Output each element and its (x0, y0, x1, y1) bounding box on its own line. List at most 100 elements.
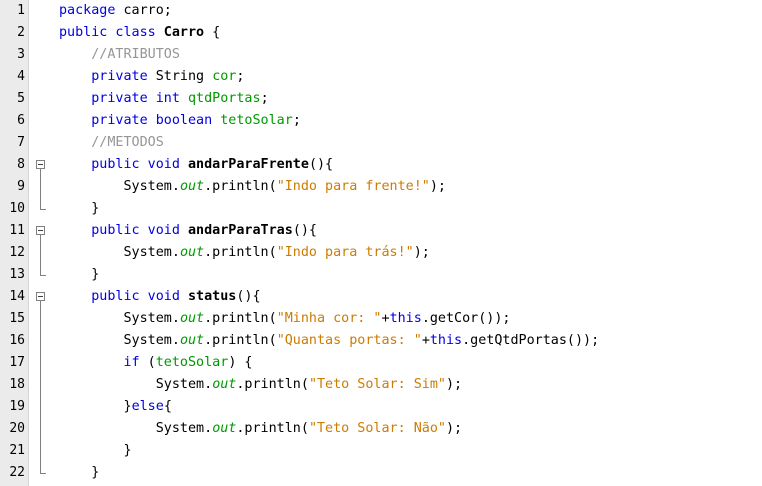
line-number: 9 (17, 179, 25, 194)
code-token: andarParaFrente (188, 157, 309, 172)
code-text: } (59, 462, 99, 484)
code-text: private boolean tetoSolar; (59, 110, 301, 132)
line-number: 13 (9, 267, 25, 282)
code-token: public void (91, 223, 180, 238)
code-token: .println( (204, 179, 277, 194)
code-line[interactable]: 3 //ATRIBUTOS (0, 44, 762, 66)
code-line[interactable]: 2 public class Carro { (0, 22, 762, 44)
code-line[interactable]: 16 System.out.println("Quantas portas: "… (0, 330, 762, 352)
code-token: andarParaTras (188, 223, 293, 238)
line-number: 20 (9, 421, 25, 436)
code-token: .println( (204, 311, 277, 326)
fold-range-line (40, 235, 41, 275)
code-token: (){ (236, 289, 261, 304)
code-text: System.out.println("Teto Solar: Não"); (59, 418, 462, 440)
code-token: "Indo para trás!" (276, 245, 414, 260)
code-token: private boolean (91, 113, 213, 128)
fold-collapse-icon[interactable] (36, 292, 45, 301)
code-line[interactable]: 21 } (0, 440, 762, 462)
code-line[interactable]: 15 System.out.println("Minha cor: "+this… (0, 308, 762, 330)
code-token: System. (155, 377, 213, 392)
line-number: 14 (9, 289, 25, 304)
code-line[interactable]: 9 System.out.println("Indo para frente!"… (0, 176, 762, 198)
code-line[interactable]: 11 public void andarParaTras(){ (0, 220, 762, 242)
code-text: if (tetoSolar) { (59, 352, 253, 374)
code-line[interactable]: 5 private int qtdPortas; (0, 88, 762, 110)
code-line[interactable]: 8 public void andarParaFrente(){ (0, 154, 762, 176)
code-text: System.out.println("Quantas portas: "+th… (59, 330, 600, 352)
code-token: carro; (115, 3, 172, 18)
code-token: ( (139, 355, 156, 370)
code-line[interactable]: 20 System.out.println("Teto Solar: Não")… (0, 418, 762, 440)
code-token: tetoSolar (155, 355, 229, 370)
code-token: "Teto Solar: Não" (308, 421, 446, 436)
line-number: 7 (17, 135, 25, 150)
fold-collapse-icon[interactable] (36, 226, 45, 235)
code-line[interactable]: 12 System.out.println("Indo para trás!")… (0, 242, 762, 264)
code-token: out (212, 377, 237, 392)
code-token: .println( (204, 245, 277, 260)
code-token: Carro (155, 25, 205, 40)
code-text: public class Carro { (59, 22, 220, 44)
code-line[interactable]: 7 //METODOS (0, 132, 762, 154)
code-token: package (59, 3, 116, 18)
code-token: .getCor()); (421, 311, 511, 326)
code-line[interactable]: 4 private String cor; (0, 66, 762, 88)
code-token: out (179, 333, 205, 348)
code-text: System.out.println("Indo para frente!"); (59, 176, 447, 198)
code-token: System. (123, 333, 180, 348)
code-token: } (123, 399, 132, 414)
code-line[interactable]: 22 } (0, 462, 762, 484)
code-line[interactable]: 6 private boolean tetoSolar; (0, 110, 762, 132)
code-text: public void andarParaTras(){ (59, 220, 317, 242)
code-token: .println( (236, 421, 309, 436)
code-token: System. (123, 179, 180, 194)
code-token: this (389, 311, 422, 326)
fold-range-line (40, 301, 41, 473)
code-token: tetoSolar (220, 113, 293, 128)
code-editor[interactable]: 1 package carro; 2 public class Carro {3 //… (0, 0, 762, 486)
code-line[interactable]: 17 if (tetoSolar) { (0, 352, 762, 374)
line-number: 5 (17, 91, 25, 106)
code-token: String (147, 69, 213, 84)
code-text: System.out.println("Teto Solar: Sim"); (59, 374, 462, 396)
code-line[interactable]: 14 public void status(){ (0, 286, 762, 308)
code-token: else (131, 399, 164, 414)
code-line[interactable]: 1 package carro; (0, 0, 762, 22)
code-text: } (59, 440, 132, 462)
code-text: package carro; (59, 0, 172, 22)
code-token: ); (446, 377, 463, 392)
line-number: 18 (9, 377, 25, 392)
code-line[interactable]: 13 } (0, 264, 762, 286)
code-line[interactable]: 18 System.out.println("Teto Solar: Sim")… (0, 374, 762, 396)
code-token: } (123, 443, 132, 458)
code-token: this (429, 333, 463, 348)
code-line[interactable]: 19 }else{ (0, 396, 762, 418)
code-token: ); (413, 245, 430, 260)
code-line[interactable]: 10 } (0, 198, 762, 220)
line-number: 6 (17, 113, 25, 128)
code-token: "Minha cor: " (276, 311, 382, 326)
code-token: "Teto Solar: Sim" (308, 377, 446, 392)
code-token: public void (91, 289, 180, 304)
code-token: out (179, 245, 205, 260)
fold-collapse-icon[interactable] (36, 160, 45, 169)
line-number: 22 (9, 465, 25, 480)
fold-end-marker (40, 275, 46, 276)
code-text: }else{ (59, 396, 172, 418)
code-token: System. (123, 245, 180, 260)
code-token: .println( (204, 333, 277, 348)
